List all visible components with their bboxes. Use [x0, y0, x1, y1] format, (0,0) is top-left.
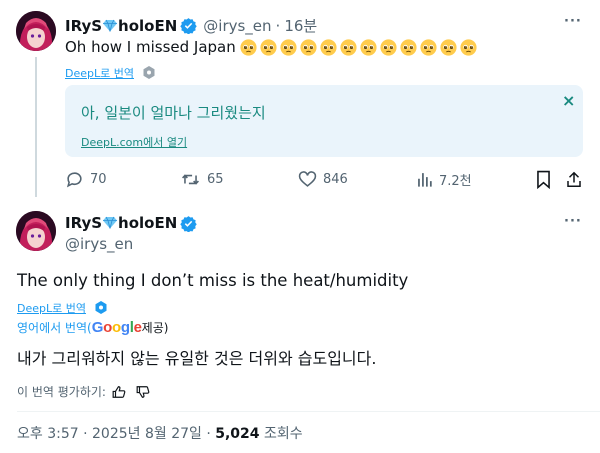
verified-badge-icon — [180, 215, 197, 232]
first-deepl-row: DeepL로 번역 — [65, 62, 155, 81]
pleading-face-emoji — [240, 38, 257, 56]
translation-box: 아, 일본이 얼마나 그리웠는지 DeepL.com에서 열기 × — [65, 85, 583, 157]
pleading-face-emoji — [420, 38, 437, 56]
translation-text: 아, 일본이 얼마나 그리웠는지 — [81, 104, 266, 122]
thread-line — [35, 57, 37, 197]
deepl-badge-icon — [143, 66, 155, 79]
main-tweet-text: The only thing I don’t miss is the heat/… — [17, 271, 409, 290]
thumbs-up-icon[interactable] — [112, 385, 126, 399]
avatar[interactable] — [16, 211, 56, 251]
pleading-face-emoji — [260, 38, 277, 56]
share-button[interactable] — [565, 170, 583, 189]
pleading-face-emoji — [360, 38, 377, 56]
thumbs-down-icon[interactable] — [136, 385, 150, 399]
views-icon — [418, 173, 432, 187]
display-name[interactable]: IRyS holoEN — [65, 17, 177, 35]
more-icon[interactable]: ··· — [564, 14, 582, 29]
diamond-icon — [103, 216, 118, 229]
deepl-open-link[interactable]: DeepL.com에서 열기 — [81, 134, 187, 150]
display-name[interactable]: IRyS holoEN — [65, 214, 177, 232]
pleading-face-emoji — [280, 38, 297, 56]
pleading-face-emoji — [400, 38, 417, 56]
time-ago[interactable]: 16분 — [284, 15, 317, 36]
pleading-face-emoji — [460, 38, 477, 56]
handle[interactable]: @irys_en — [65, 235, 133, 253]
first-tweet-text: Oh how I missed Japan — [65, 38, 480, 56]
bookmark-icon — [537, 170, 550, 189]
rate-translation-label: 이 번역 평가하기: — [17, 385, 106, 399]
share-icon — [567, 171, 581, 187]
divider — [17, 411, 600, 412]
google-logo: Google — [91, 319, 142, 336]
bookmark-button[interactable] — [535, 170, 552, 189]
main-tweet-header: IRyS holoEN — [65, 214, 197, 232]
reply-button[interactable]: 70 — [65, 170, 107, 189]
like-icon — [298, 171, 317, 187]
diamond-icon — [103, 19, 118, 32]
retweet-count: 65 — [207, 172, 224, 187]
tweet-text: Oh how I missed Japan — [65, 38, 236, 56]
tweet-metadata: 오후 3:57 · 2025년 8월 27일 · 5,024 조회수 — [17, 423, 303, 443]
first-tweet-header: IRyS holoEN @irys_en · 16분 — [65, 15, 317, 36]
rate-translation-row: 이 번역 평가하기: — [17, 383, 150, 400]
like-button[interactable]: 846 — [298, 170, 348, 189]
reply-icon — [66, 172, 82, 188]
retweet-button[interactable]: 65 — [180, 170, 224, 189]
pleading-face-emoji — [380, 38, 397, 56]
translated-from-link[interactable]: 영어에서 번역( — [17, 319, 92, 336]
deepl-translate-link[interactable]: DeepL로 번역 — [17, 302, 86, 315]
main-translation-text: 내가 그리워하지 않는 유일한 것은 더위와 습도입니다. — [17, 349, 377, 368]
close-icon[interactable]: × — [562, 91, 575, 110]
verified-badge-icon — [180, 18, 197, 34]
views-button[interactable]: 7.2천 — [416, 170, 472, 189]
main-deepl-row: DeepL로 번역 — [17, 297, 107, 316]
deepl-translate-link[interactable]: DeepL로 번역 — [65, 67, 134, 80]
view-count: 5,024 — [215, 426, 260, 442]
emoji-row — [240, 38, 480, 56]
view-label: 조회수 — [259, 426, 303, 442]
pleading-face-emoji — [320, 38, 337, 56]
google-translation-credit: 영어에서 번역( Google 제공) — [17, 319, 168, 336]
provided-by-label: 제공) — [141, 321, 169, 335]
views-count: 7.2천 — [439, 174, 472, 189]
pleading-face-emoji — [340, 38, 357, 56]
handle[interactable]: @irys_en — [203, 17, 271, 35]
more-icon[interactable]: ··· — [564, 214, 582, 229]
deepl-badge-icon — [95, 301, 107, 314]
avatar[interactable] — [16, 11, 56, 51]
like-count: 846 — [323, 172, 348, 187]
retweet-icon — [182, 174, 199, 185]
separator: · — [275, 16, 281, 35]
pleading-face-emoji — [440, 38, 457, 56]
reply-count: 70 — [90, 172, 107, 187]
pleading-face-emoji — [300, 38, 317, 56]
timestamp[interactable]: 오후 3:57 · 2025년 8월 27일 · — [17, 426, 215, 442]
